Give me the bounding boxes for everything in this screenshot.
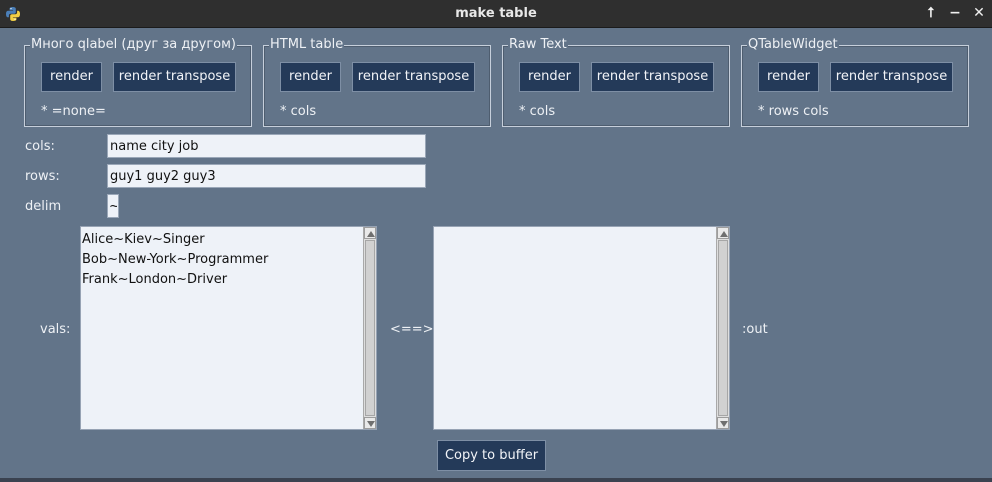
window-bottom-edge [0,478,992,482]
cols-input[interactable] [107,134,426,158]
render-transpose-button[interactable]: render transpose [113,62,236,92]
group-html-table: HTML table render render transpose * col… [263,37,491,127]
title-bar: make table ⭡ − ✕ [0,0,992,28]
delim-input[interactable] [107,194,119,218]
render-button[interactable]: render [519,62,580,92]
delim-label: delim [25,199,62,214]
rows-label: rows: [25,169,60,184]
render-transpose-button[interactable]: render transpose [591,62,714,92]
keep-above-button[interactable]: ⭡ [922,4,940,22]
cols-label: cols: [25,139,55,154]
group-qlabel: Много qlabel (друг за другом) render ren… [24,37,252,127]
group-title: Raw Text [508,37,568,53]
group-note: * rows cols [758,104,829,119]
scroll-up-arrow-icon[interactable] [717,227,729,239]
vals-text: Alice~Kiev~Singer Bob~New-York~Programme… [82,230,268,290]
render-button[interactable]: render [280,62,341,92]
group-note: * =none= [41,104,106,119]
scroll-thumb[interactable] [718,240,728,416]
vals-label: vals: [40,322,71,337]
render-button[interactable]: render [758,62,819,92]
vals-line: Frank~London~Driver [82,272,228,287]
vals-scrollbar[interactable] [363,227,376,429]
group-title: HTML table [269,37,345,53]
scroll-up-arrow-icon[interactable] [364,227,376,239]
group-note: * cols [519,104,556,119]
group-note: * cols [280,104,317,119]
render-transpose-button[interactable]: render transpose [830,62,953,92]
group-raw-text: Raw Text render render transpose * cols [502,37,730,127]
vals-textarea[interactable]: Alice~Kiev~Singer Bob~New-York~Programme… [80,226,377,430]
vals-line: Alice~Kiev~Singer [82,232,205,247]
out-label: :out [742,322,768,337]
group-qtablewidget: QTableWidget render render transpose * r… [741,37,969,127]
group-title: Много qlabel (друг за другом) [30,37,237,53]
window-title: make table [455,6,537,21]
close-button[interactable]: ✕ [970,4,988,22]
render-transpose-button[interactable]: render transpose [352,62,475,92]
rows-input[interactable] [107,164,426,188]
minimize-button[interactable]: − [946,4,964,22]
out-textarea[interactable] [433,226,730,430]
vals-line: Bob~New-York~Programmer [82,252,269,267]
render-button[interactable]: render [41,62,102,92]
group-title: QTableWidget [747,37,839,53]
scroll-down-arrow-icon[interactable] [364,417,376,429]
scroll-down-arrow-icon[interactable] [717,417,729,429]
scroll-thumb[interactable] [365,240,375,416]
copy-to-buffer-button[interactable]: Copy to buffer [437,440,546,471]
swap-label: <==> [390,322,434,337]
out-scrollbar[interactable] [716,227,729,429]
